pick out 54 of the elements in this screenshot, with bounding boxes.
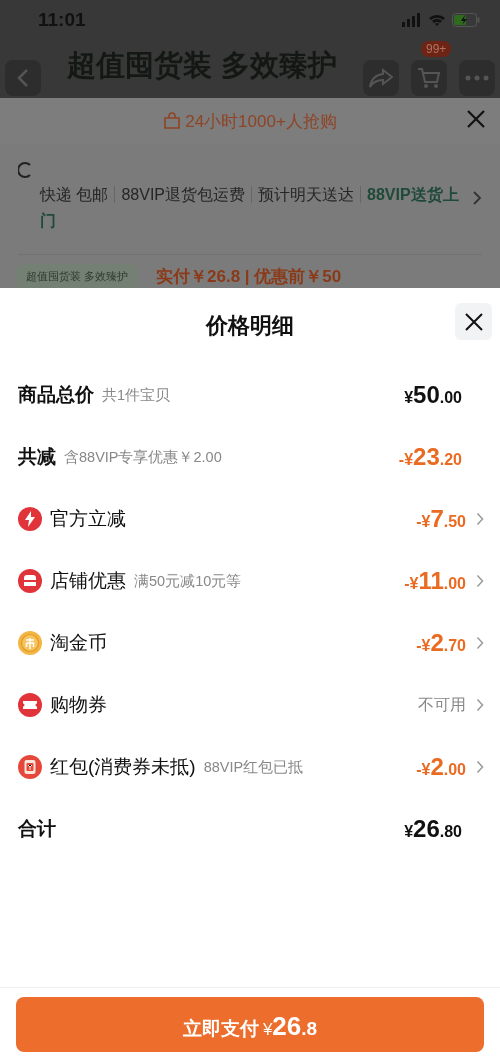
more-button[interactable] [459,60,495,96]
share-button[interactable] [363,60,399,96]
cart-icon [417,67,441,89]
coin-icon [18,631,42,655]
price-summary: 实付￥26.8 | 优惠前￥50 [156,266,342,288]
battery-icon [452,13,480,27]
price-amount: -¥2.00 [416,753,466,781]
cart-badge: 99+ [421,41,452,57]
price-label: 合计 [18,817,56,841]
chevron-icon[interactable] [476,698,484,712]
close-button[interactable] [455,303,492,340]
status-text: 不可用 [418,694,466,715]
price-label: 共减 [18,445,56,469]
bag-icon [163,112,182,130]
price-amount: -¥7.50 [416,505,466,533]
signal-icon [402,13,422,27]
price-amount: -¥2.70 [416,629,466,657]
discount-label: 店铺优惠 [50,569,126,593]
pay-button[interactable]: 立即支付 ¥26.8 [16,997,484,1052]
chevron-icon[interactable] [476,636,484,650]
cart-button[interactable] [411,60,447,96]
price-amount: ¥26.80 [404,815,462,843]
chevron-icon[interactable] [476,574,484,588]
price-amount: -¥11.00 [404,567,466,595]
chevron-icon[interactable] [476,760,484,774]
discount-label: 淘金币 [50,631,107,655]
close-icon [466,109,486,129]
price-note: 88VIP红包已抵 [203,757,304,777]
price-note: 共1件宝贝 [102,385,171,405]
ticket-icon [18,693,42,717]
product-tag: 超值囤货装 多效臻护 [16,264,139,288]
delivery-info: 快递 包邮 88VIP退货包运费 预计明天送达 88VIP送货上门 [40,185,460,231]
wifi-icon [428,13,446,27]
price-label: 商品总价 [18,383,94,407]
price-amount: ¥50.00 [404,381,462,409]
chevron-icon [472,190,482,206]
discount-label: 红包(消费券未抵) [50,755,196,779]
location-icon [18,162,32,178]
price-note: 满50元减10元等 [134,571,242,591]
price-note: 含88VIP专享优惠￥2.00 [64,447,222,467]
back-button[interactable] [5,60,41,96]
discount-label: 购物券 [50,693,107,717]
discount-label: 官方立减 [50,507,126,531]
close-icon [464,312,483,331]
banner-text: 24小时1000+人抢购 [185,110,337,133]
shop-icon [18,569,42,593]
more-icon [465,75,489,81]
envelope-icon [18,755,42,779]
sheet-title: 价格明细 [206,312,294,340]
price-amount: -¥23.20 [398,443,462,471]
chevron-icon[interactable] [476,512,484,526]
lightning-icon [18,507,42,531]
share-icon [369,68,393,88]
back-icon [17,68,29,88]
